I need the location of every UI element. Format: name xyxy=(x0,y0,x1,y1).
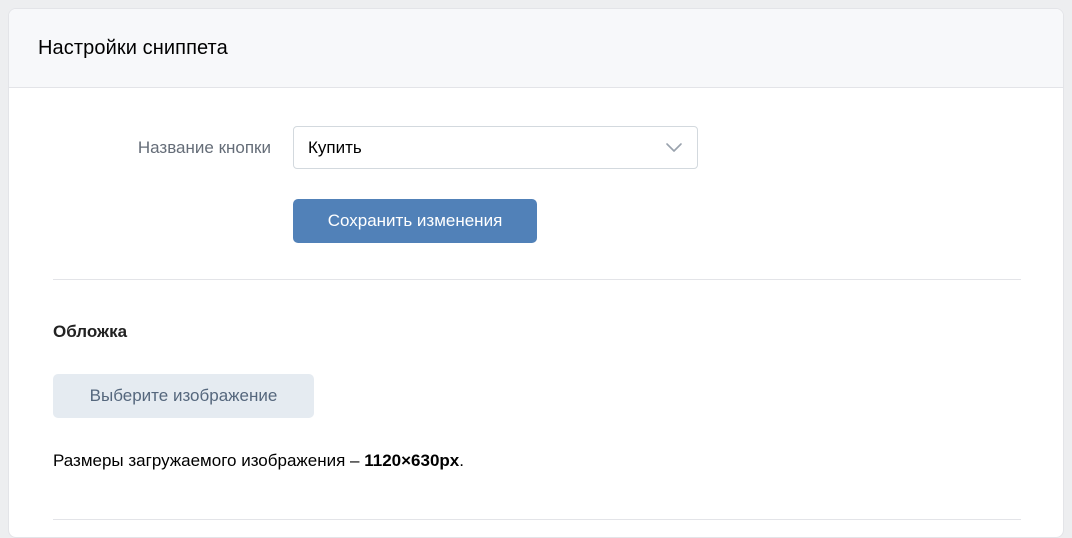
snippet-settings-card: Настройки сниппета Название кнопки Купит… xyxy=(8,8,1064,538)
image-size-note: Размеры загружаемого изображения – 1120×… xyxy=(53,451,464,471)
section-divider xyxy=(53,279,1021,280)
card-header: Настройки сниппета xyxy=(9,9,1063,88)
button-name-row: Название кнопки Купить xyxy=(9,126,1063,170)
chevron-down-icon xyxy=(666,143,682,152)
image-size-value: 1120×630px xyxy=(364,451,460,470)
button-name-select-value: Купить xyxy=(308,138,362,157)
page-title: Настройки сниппета xyxy=(38,36,228,59)
save-changes-button[interactable]: Сохранить изменения xyxy=(293,199,537,243)
image-size-note-end: . xyxy=(459,451,464,470)
section-divider-bottom xyxy=(53,519,1021,520)
button-name-label: Название кнопки xyxy=(137,138,271,157)
button-name-select[interactable]: Купить xyxy=(293,126,698,169)
choose-image-button[interactable]: Выберите изображение xyxy=(53,374,314,418)
image-size-note-text: Размеры загружаемого изображения – xyxy=(53,451,365,470)
cover-section-title: Обложка xyxy=(53,322,128,341)
